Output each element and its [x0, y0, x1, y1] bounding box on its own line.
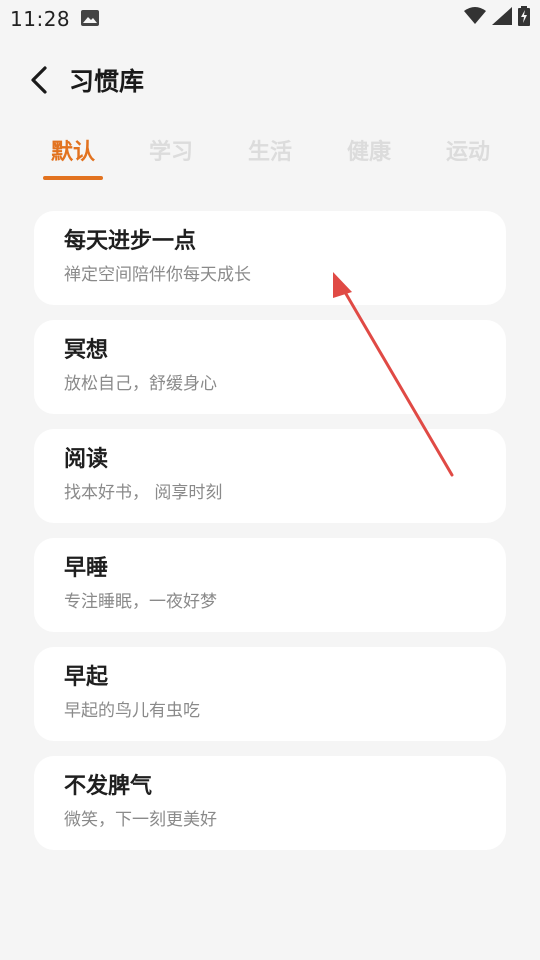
habit-subtitle: 早起的鸟儿有虫吃 — [64, 701, 200, 721]
wifi-icon — [464, 7, 486, 29]
habit-subtitle: 找本好书， 阅享时刻 — [64, 483, 223, 503]
habit-subtitle: 放松自己，舒缓身心 — [64, 374, 217, 394]
habit-card-daily-progress[interactable]: 每天进步一点 禅定空间陪伴你每天成长 — [34, 211, 506, 305]
tab-life[interactable]: 生活 — [220, 136, 320, 170]
habit-card-early-sleep[interactable]: 早睡 专注睡眠，一夜好梦 — [34, 538, 506, 632]
habit-subtitle: 禅定空间陪伴你每天成长 — [64, 265, 251, 285]
status-time: 11:28 — [10, 7, 71, 31]
habit-title: 冥想 — [64, 338, 109, 363]
habit-list: 每天进步一点 禅定空间陪伴你每天成长 冥想 放松自己，舒缓身心 阅读 找本好书，… — [34, 211, 506, 865]
tab-health[interactable]: 健康 — [319, 136, 419, 170]
tab-default[interactable]: 默认 — [23, 136, 123, 170]
habit-subtitle: 专注睡眠，一夜好梦 — [64, 592, 217, 612]
battery-charging-icon — [518, 6, 530, 30]
habit-card-early-rise[interactable]: 早起 早起的鸟儿有虫吃 — [34, 647, 506, 741]
category-tabs: 默认 学习 生活 健康 运动 — [0, 134, 540, 184]
chevron-left-icon — [29, 65, 49, 99]
habit-card-no-temper[interactable]: 不发脾气 微笑，下一刻更美好 — [34, 756, 506, 850]
habit-title: 阅读 — [64, 447, 109, 472]
image-notification-icon — [81, 10, 99, 26]
habit-card-meditation[interactable]: 冥想 放松自己，舒缓身心 — [34, 320, 506, 414]
status-indicators — [464, 6, 530, 30]
page-title: 习惯库 — [69, 67, 145, 96]
back-button[interactable] — [24, 66, 54, 98]
tab-study[interactable]: 学习 — [121, 136, 221, 170]
habit-title: 每天进步一点 — [64, 229, 197, 254]
status-bar: 11:28 — [0, 0, 540, 36]
cellular-signal-icon — [492, 7, 512, 29]
active-tab-indicator — [43, 176, 103, 180]
habit-subtitle: 微笑，下一刻更美好 — [64, 810, 217, 830]
header-bar: 习惯库 — [0, 56, 540, 108]
habit-title: 早睡 — [64, 556, 109, 581]
habit-card-reading[interactable]: 阅读 找本好书， 阅享时刻 — [34, 429, 506, 523]
habit-library-screen: 11:28 习惯库 默认 学习 生活 健康 运动 每天进步一点 禅定空间陪伴你每… — [0, 0, 540, 960]
tab-sports[interactable]: 运动 — [418, 136, 518, 170]
habit-title: 早起 — [64, 665, 109, 690]
habit-title: 不发脾气 — [64, 774, 153, 799]
